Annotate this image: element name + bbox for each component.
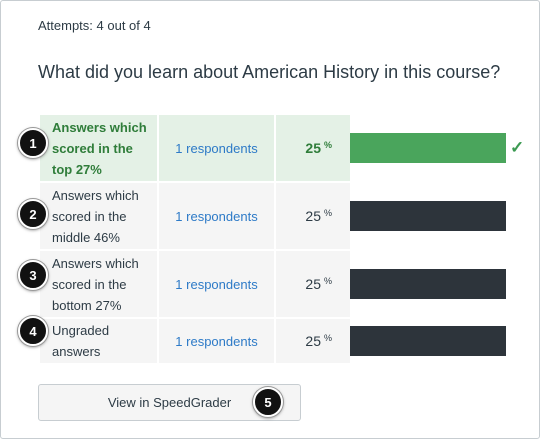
respondents-link[interactable]: 1 respondents — [159, 319, 274, 363]
percent-value: 25 — [305, 207, 321, 224]
answer-label: Answers which scored in the bottom 27% — [40, 251, 157, 317]
answer-row-middle: Answers which scored in the middle 46% 1… — [40, 183, 350, 249]
answer-label: Answers which scored in the top 27% — [40, 115, 157, 181]
answer-bar — [350, 133, 506, 163]
percent-unit: % — [323, 207, 332, 218]
callout-badge: 4 — [18, 316, 48, 346]
percent-value: 25 — [305, 332, 321, 349]
callout-badge: 2 — [18, 199, 48, 229]
answer-bar — [350, 326, 506, 356]
answer-table: Answers which scored in the top 27% 1 re… — [40, 115, 350, 365]
button-label: View in SpeedGrader — [107, 395, 232, 410]
answer-percent: 25% — [276, 251, 350, 317]
respondents-link[interactable]: 1 respondents — [159, 251, 274, 317]
answer-bars: ✓ — [350, 115, 524, 365]
callout-badge: 1 — [18, 128, 48, 158]
check-icon: ✓ — [510, 138, 525, 157]
answer-percent: 25% — [276, 183, 350, 249]
respondents-link[interactable]: 1 respondents — [159, 183, 274, 249]
answer-row-ungraded: Ungraded answers 1 respondents 25% — [40, 319, 350, 363]
answer-bar — [350, 201, 506, 231]
answer-row-top: Answers which scored in the top 27% 1 re… — [40, 115, 350, 181]
percent-unit: % — [323, 139, 332, 150]
respondents-link[interactable]: 1 respondents — [159, 115, 274, 181]
callout-badge: 5 — [253, 387, 283, 417]
answer-label: Answers which scored in the middle 46% — [40, 183, 157, 249]
percent-unit: % — [323, 332, 332, 343]
question-text: What did you learn about American Histor… — [38, 62, 501, 82]
attempts-count: Attempts: 4 out of 4 — [38, 18, 151, 33]
answer-bar — [350, 269, 506, 299]
percent-value: 25 — [305, 139, 321, 156]
percent-value: 25 — [305, 275, 321, 292]
answer-percent: 25% — [276, 319, 350, 363]
callout-badge: 3 — [18, 260, 48, 290]
percent-unit: % — [323, 275, 332, 286]
answer-percent: 25% — [276, 115, 350, 181]
answer-row-bottom: Answers which scored in the bottom 27% 1… — [40, 251, 350, 317]
answer-label: Ungraded answers — [40, 319, 157, 363]
